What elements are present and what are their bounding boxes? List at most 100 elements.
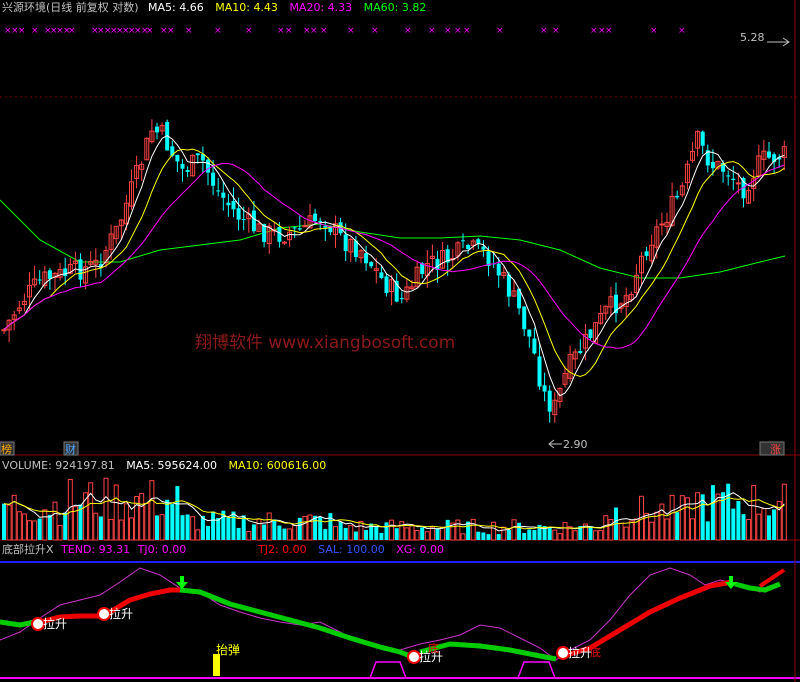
volume-bar <box>414 529 420 541</box>
volume-bar <box>628 520 634 541</box>
event-marker: × <box>310 26 318 36</box>
ma5-value: 4.66 <box>179 1 204 14</box>
sal-label: SAL: <box>318 543 346 556</box>
volume-bar <box>2 503 6 540</box>
volume-ma10-line <box>3 497 785 530</box>
tag-right[interactable]: 涨 <box>759 441 785 456</box>
volume-bar <box>206 525 210 540</box>
volume-bar <box>726 483 731 540</box>
volume-bar <box>287 528 293 541</box>
volume-bar <box>57 524 63 541</box>
tag-left2[interactable]: 财 <box>63 441 79 456</box>
volume-ma-lines <box>3 492 785 532</box>
candle-body <box>588 329 593 339</box>
volume-bar <box>664 518 670 541</box>
volume-bar <box>511 519 517 541</box>
volume-bar <box>384 522 389 540</box>
tj2-value: 0.00 <box>282 543 307 556</box>
volume-bar <box>21 513 27 541</box>
volume-bar <box>501 526 507 541</box>
event-marker: × <box>552 26 560 36</box>
volume-bar <box>307 514 313 541</box>
candle-body <box>241 218 246 221</box>
candle-body <box>486 251 491 266</box>
lift-signal-label: 拉升 <box>43 616 67 631</box>
xg-label: XG: <box>396 543 419 556</box>
volume-bar <box>690 518 695 541</box>
lift-signal-label: 拉升 <box>109 606 133 621</box>
event-marker: × <box>214 26 222 36</box>
candle-body <box>63 268 68 277</box>
volume-bar <box>333 526 338 541</box>
candle-body <box>542 385 547 392</box>
volume-bar <box>598 530 604 541</box>
volume-bar <box>165 499 170 540</box>
candle-body <box>206 159 210 173</box>
bottom-signal-label: 底 <box>590 645 601 659</box>
volume-ma5-line <box>3 492 785 532</box>
volume-bar <box>481 532 486 540</box>
volume-bar <box>256 518 262 541</box>
event-marker: × <box>371 26 379 36</box>
candle-body <box>292 227 297 229</box>
indicator-green-seg <box>179 587 413 660</box>
volume-bar <box>6 504 12 541</box>
volume-bar <box>772 509 777 540</box>
lift-signal-label: 拉升 <box>568 645 592 660</box>
event-marker: × <box>146 26 154 36</box>
volume-bar <box>374 526 379 540</box>
volume-bar <box>695 492 701 541</box>
candle-body <box>1 329 7 332</box>
volume-bar <box>272 519 277 540</box>
ma-legend: MA5: 4.66 MA10: 4.43 MA20: 4.33 MA60: 3.… <box>148 1 426 14</box>
volume-bar <box>751 485 757 541</box>
volume-bar <box>149 480 155 541</box>
candle-body <box>675 195 680 198</box>
event-marker: × <box>31 26 39 36</box>
candle-body <box>476 239 481 244</box>
candle-body <box>461 240 465 242</box>
candle-body <box>532 338 537 354</box>
volume-bar <box>517 522 522 540</box>
vol-ma5-label: MA5: <box>126 459 157 472</box>
candle-body <box>379 272 384 278</box>
volume-bar <box>679 495 685 541</box>
candle-body <box>700 131 705 146</box>
volume-bar <box>496 534 501 540</box>
candle-body <box>155 126 159 133</box>
ma-lines <box>3 135 785 397</box>
volume-label: VOLUME: <box>2 459 55 472</box>
volume-bar <box>491 521 497 541</box>
volume-bar <box>241 515 246 540</box>
volume-bar <box>705 521 710 540</box>
candle-body <box>302 225 308 228</box>
volume-bar <box>93 512 99 541</box>
tag-left1[interactable]: 榜 <box>0 441 15 456</box>
ma10-value: 4.43 <box>253 1 278 14</box>
candle-body <box>175 154 180 162</box>
low-label: 2.90 <box>563 438 588 451</box>
volume-bar <box>409 524 415 541</box>
candle-body <box>221 192 226 198</box>
volume-bar <box>675 512 680 540</box>
candle-body <box>527 329 532 337</box>
volume-bar <box>262 524 267 540</box>
volume-bar <box>88 482 94 541</box>
candle-body <box>522 306 527 330</box>
volume-bar <box>603 515 609 541</box>
indicator-red-tail <box>758 568 786 588</box>
volume-bar <box>669 494 675 541</box>
volume-bar <box>231 511 236 540</box>
volume-bar <box>557 533 563 541</box>
candle-body <box>547 390 552 412</box>
volume-bar <box>756 513 762 541</box>
volume-bar <box>190 516 196 541</box>
candle-body <box>364 253 369 264</box>
indicator-name: 底部拉升X <box>2 542 54 556</box>
indicator-header: 底部拉升X TEND: 93.31 TJ0: 0.00 <box>2 542 186 556</box>
candle-body <box>659 223 665 226</box>
volume-bar <box>175 486 180 540</box>
event-marker: × <box>444 26 452 36</box>
volume-bar <box>608 519 614 541</box>
volume-bar <box>292 524 298 541</box>
